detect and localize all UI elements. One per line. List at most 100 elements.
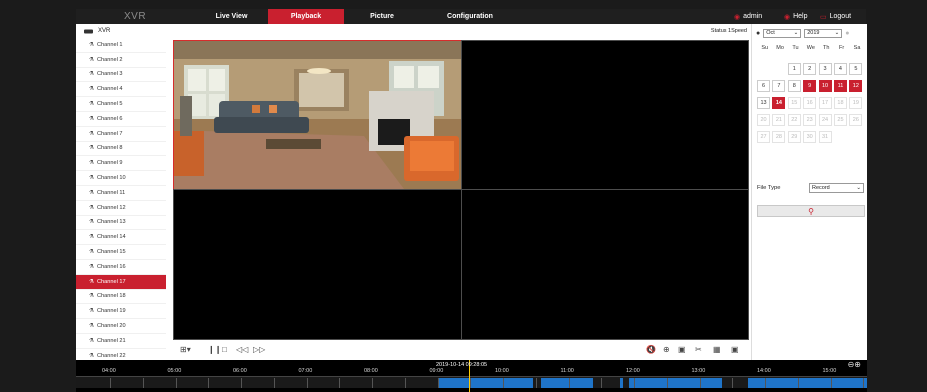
video-window-1[interactable] bbox=[173, 40, 462, 190]
channel-item[interactable]: ⚗ Channel 10 bbox=[76, 171, 173, 186]
calendar-day[interactable]: 12 bbox=[849, 80, 863, 92]
channel-label: Channel 8 bbox=[97, 145, 123, 152]
channel-item[interactable]: ⚗ Channel 16 bbox=[76, 260, 173, 275]
snapshot-icon[interactable]: ▣ bbox=[678, 345, 686, 354]
timeline-tick bbox=[765, 378, 766, 388]
pause-icon[interactable]: ❙❙ bbox=[208, 345, 221, 354]
playback-timeline[interactable]: 04:00 05:00 06:00 07:00 08:00 09:00 10:00 11:00… bbox=[76, 360, 867, 392]
channel-item[interactable]: ⚗ Channel 8 bbox=[76, 142, 173, 157]
channel-item[interactable]: ⚗ Channel 1 bbox=[76, 38, 173, 53]
playback-video-area: Status 1Speed ⊞▾ ❙❙ □ ◁◁ ▷▷ 🔇 ⊕ ▣ ✂ ▦ ▣ bbox=[166, 24, 751, 360]
calendar-day[interactable]: 2 bbox=[803, 63, 817, 75]
channel-item[interactable]: ⚗ Channel 11 bbox=[76, 186, 173, 201]
fullscreen-icon[interactable]: ▣ bbox=[731, 345, 739, 354]
fast-play-icon[interactable]: ▷▷ bbox=[253, 345, 265, 354]
help-link[interactable]: ◉ Help bbox=[784, 9, 808, 24]
calendar-day[interactable]: 23 bbox=[803, 114, 817, 126]
calendar-day[interactable]: 11 bbox=[833, 80, 847, 92]
calendar-day[interactable]: 22 bbox=[787, 114, 801, 126]
channel-item[interactable]: ⚗ Channel 14 bbox=[76, 230, 173, 246]
file-type-label: File Type bbox=[757, 185, 781, 191]
calendar-header: ● Oct ⌄ 2019 ⌄ ● bbox=[756, 27, 864, 39]
year-select[interactable]: 2019 ⌄ bbox=[804, 28, 843, 38]
channel-item[interactable]: ⚗ Channel 4 bbox=[76, 82, 173, 98]
calendar-day[interactable]: 26 bbox=[849, 114, 863, 126]
chevron-down-icon: ⌄ bbox=[834, 30, 840, 36]
channel-item[interactable]: ⚗ Channel 15 bbox=[76, 245, 173, 260]
calendar-day[interactable]: 14 bbox=[772, 97, 786, 109]
user-menu[interactable]: ◉ admin bbox=[734, 9, 762, 24]
nav-configuration[interactable]: Configuration bbox=[420, 9, 520, 24]
calendar-day[interactable]: 28 bbox=[772, 131, 786, 143]
calendar-day[interactable]: 19 bbox=[849, 97, 863, 109]
recording-segment[interactable] bbox=[620, 378, 623, 388]
timeline-track[interactable] bbox=[76, 376, 867, 388]
recording-segment[interactable] bbox=[541, 378, 593, 388]
prev-month-icon[interactable]: ● bbox=[756, 30, 760, 37]
calendar-day[interactable]: 1 bbox=[787, 63, 801, 75]
calendar-day[interactable]: 17 bbox=[818, 97, 832, 109]
split-screen-icon[interactable]: ⊞▾ bbox=[180, 345, 191, 354]
video-window-2[interactable] bbox=[461, 40, 749, 190]
channel-item[interactable]: ⚗ Channel 12 bbox=[76, 201, 173, 216]
logout-link[interactable]: ▭ Logout bbox=[820, 9, 851, 24]
calendar-day[interactable]: 7 bbox=[772, 80, 786, 92]
search-button[interactable]: ⚲ bbox=[757, 205, 865, 217]
calendar-day[interactable]: 10 bbox=[818, 80, 832, 92]
channel-item[interactable]: ⚗ Channel 13 bbox=[76, 216, 173, 231]
calendar-day[interactable]: 13 bbox=[757, 97, 770, 109]
calendar-day[interactable]: 3 bbox=[818, 63, 832, 75]
nav-picture[interactable]: Picture bbox=[344, 9, 420, 24]
save-icon[interactable]: ▦ bbox=[713, 345, 721, 354]
calendar-day[interactable]: 20 bbox=[757, 114, 770, 126]
calendar-day[interactable]: 15 bbox=[787, 97, 801, 109]
video-window-3[interactable] bbox=[173, 189, 462, 340]
channel-item[interactable]: ⚗ Channel 20 bbox=[76, 319, 173, 334]
zoom-in-icon[interactable]: ⊕ bbox=[854, 360, 861, 369]
channel-item[interactable]: ⚗ Channel 7 bbox=[76, 127, 173, 142]
calendar-day[interactable]: 31 bbox=[818, 131, 832, 143]
channel-item[interactable]: ⚗ Channel 5 bbox=[76, 97, 173, 112]
calendar-day[interactable]: 8 bbox=[787, 80, 801, 92]
nav-playback[interactable]: Playback bbox=[268, 9, 344, 24]
mute-icon[interactable]: 🔇 bbox=[646, 345, 656, 354]
channel-label: Channel 19 bbox=[97, 308, 126, 315]
channel-item[interactable]: ⚗ Channel 9 bbox=[76, 156, 173, 172]
calendar-day[interactable]: 18 bbox=[833, 97, 847, 109]
calendar-day[interactable]: 29 bbox=[787, 131, 801, 143]
timeline-zoom[interactable]: ⊖⊕ bbox=[848, 360, 861, 369]
recording-segment[interactable] bbox=[438, 378, 533, 388]
channel-label: Channel 9 bbox=[97, 160, 123, 167]
video-window-4[interactable] bbox=[461, 189, 749, 340]
channel-item[interactable]: ⚗ Channel 6 bbox=[76, 112, 173, 127]
channel-item[interactable]: ⚗ Channel 3 bbox=[76, 68, 173, 83]
camera-icon: ⚗ bbox=[89, 160, 95, 167]
calendar-day[interactable]: 30 bbox=[803, 131, 817, 143]
channel-item[interactable]: ⚗ Channel 22 bbox=[76, 349, 173, 360]
month-select[interactable]: Oct ⌄ bbox=[763, 28, 802, 38]
channel-item[interactable]: ⚗ Channel 21 bbox=[76, 334, 173, 349]
calendar-day[interactable]: 16 bbox=[803, 97, 817, 109]
calendar-day[interactable]: 21 bbox=[772, 114, 786, 126]
zoom-icon[interactable]: ⊕ bbox=[663, 345, 670, 354]
channel-item[interactable]: ⚗ Channel 19 bbox=[76, 304, 173, 320]
channel-item[interactable]: ⚗ Channel 17 bbox=[76, 274, 173, 290]
calendar-day[interactable]: 24 bbox=[818, 114, 832, 126]
slow-play-icon[interactable]: ◁◁ bbox=[236, 345, 248, 354]
calendar-day[interactable]: 5 bbox=[849, 63, 863, 75]
nav-live-view[interactable]: Live View bbox=[194, 9, 269, 24]
stop-icon[interactable]: □ bbox=[222, 345, 227, 354]
file-type-select[interactable]: Record ⌄ bbox=[809, 183, 864, 193]
calendar-day[interactable]: 4 bbox=[833, 63, 847, 75]
camera-icon: ⚗ bbox=[89, 352, 95, 359]
recording-segment[interactable] bbox=[629, 378, 722, 388]
next-month-icon[interactable]: ● bbox=[845, 30, 849, 37]
channel-item[interactable]: ⚗ Channel 18 bbox=[76, 290, 173, 305]
channel-item[interactable]: ⚗ Channel 2 bbox=[76, 53, 173, 68]
calendar-day[interactable]: 27 bbox=[757, 131, 770, 143]
calendar-day[interactable]: 9 bbox=[803, 80, 817, 92]
clip-icon[interactable]: ✂ bbox=[695, 345, 702, 354]
device-node[interactable]: XVR bbox=[76, 24, 173, 38]
calendar-day[interactable]: 25 bbox=[833, 114, 847, 126]
calendar-day[interactable]: 6 bbox=[757, 80, 770, 92]
